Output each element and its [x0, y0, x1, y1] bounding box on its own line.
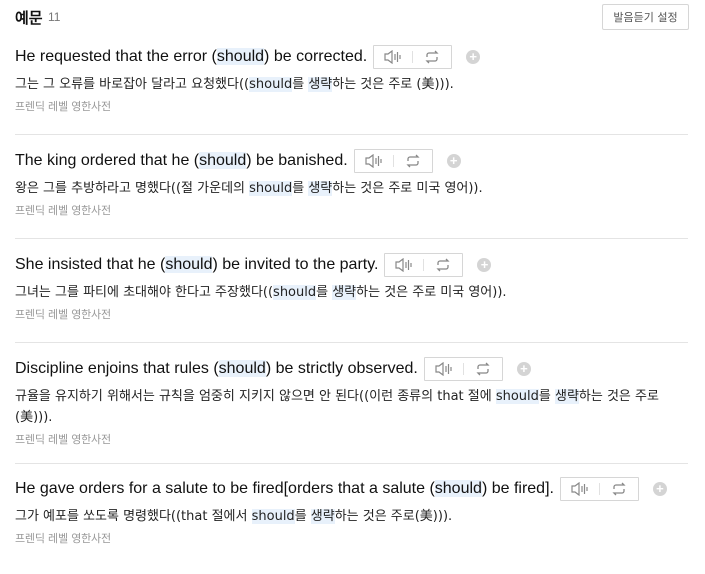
example-tools: + — [423, 357, 531, 381]
example-tools: + — [373, 45, 481, 69]
listen-speaker-icon[interactable] — [374, 46, 412, 68]
listen-speaker-icon[interactable] — [355, 150, 393, 172]
example-korean: 그는 그 오류를 바로잡아 달라고 요청했다((should를 생략하는 것은 … — [15, 77, 454, 92]
example-source: 프렌딕 레벨 영한사전 — [15, 308, 111, 321]
example-source: 프렌딕 레벨 영한사전 — [15, 433, 111, 446]
example-tools: + — [353, 149, 461, 173]
example-source: 프렌딕 레벨 영한사전 — [15, 532, 111, 545]
keyword-highlight: should — [434, 480, 482, 498]
example-item: She insisted that he (should) be invited… — [15, 253, 688, 343]
section-title: 예문 — [15, 10, 43, 27]
example-korean: 그가 예포를 쏘도록 명령했다((that 절에서 should를 생략하는 것… — [15, 509, 453, 524]
example-item: He gave orders for a salute to be fired[… — [15, 477, 688, 574]
example-count: 11 — [48, 10, 61, 24]
example-korean: 왕은 그를 추방하라고 명했다((절 가운데의 should를 생략하는 것은 … — [15, 181, 483, 196]
examples-panel: 예문 11 발음듣기 설정 He requested that the erro… — [0, 0, 705, 574]
example-english: She insisted that he (should) be invited… — [15, 253, 688, 277]
listen-speaker-icon[interactable] — [425, 358, 463, 380]
listen-speaker-icon[interactable] — [385, 254, 423, 276]
example-korean: 규율을 유지하기 위해서는 규칙을 엄중히 지키지 않으면 안 된다((이런 종… — [15, 389, 659, 425]
add-vocab-plus-icon[interactable]: + — [477, 258, 492, 272]
example-source: 프렌딕 레벨 영한사전 — [15, 100, 111, 113]
examples-header: 예문 11 발음듣기 설정 — [15, 4, 689, 30]
repeat-icon[interactable] — [464, 358, 502, 380]
keyword-highlight: should — [216, 48, 265, 66]
repeat-icon[interactable] — [394, 150, 432, 172]
example-tools: + — [559, 477, 667, 501]
repeat-icon[interactable] — [413, 46, 451, 68]
example-english: He gave orders for a salute to be fired[… — [15, 477, 688, 501]
repeat-icon[interactable] — [600, 478, 638, 500]
example-tools: + — [384, 253, 492, 277]
example-english: Discipline enjoins that rules (should) b… — [15, 357, 688, 381]
repeat-icon[interactable] — [424, 254, 462, 276]
example-english: The king ordered that he (should) be ban… — [15, 149, 688, 173]
example-source: 프렌딕 레벨 영한사전 — [15, 204, 111, 217]
example-item: Discipline enjoins that rules (should) b… — [15, 357, 688, 464]
keyword-highlight: should — [199, 152, 247, 170]
example-korean: 그녀는 그를 파티에 초대해야 한다고 주장했다((should를 생략하는 것… — [15, 285, 507, 300]
example-item: He requested that the error (should) be … — [15, 45, 688, 135]
add-vocab-plus-icon[interactable]: + — [466, 50, 481, 64]
add-vocab-plus-icon[interactable]: + — [446, 154, 461, 168]
pronunciation-settings-button[interactable]: 발음듣기 설정 — [602, 4, 689, 30]
example-item: The king ordered that he (should) be ban… — [15, 149, 688, 239]
keyword-highlight: should — [218, 360, 266, 378]
add-vocab-plus-icon[interactable]: + — [516, 362, 531, 376]
example-english: He requested that the error (should) be … — [15, 45, 688, 69]
listen-speaker-icon[interactable] — [561, 478, 599, 500]
add-vocab-plus-icon[interactable]: + — [652, 482, 667, 496]
keyword-highlight: should — [165, 256, 213, 274]
